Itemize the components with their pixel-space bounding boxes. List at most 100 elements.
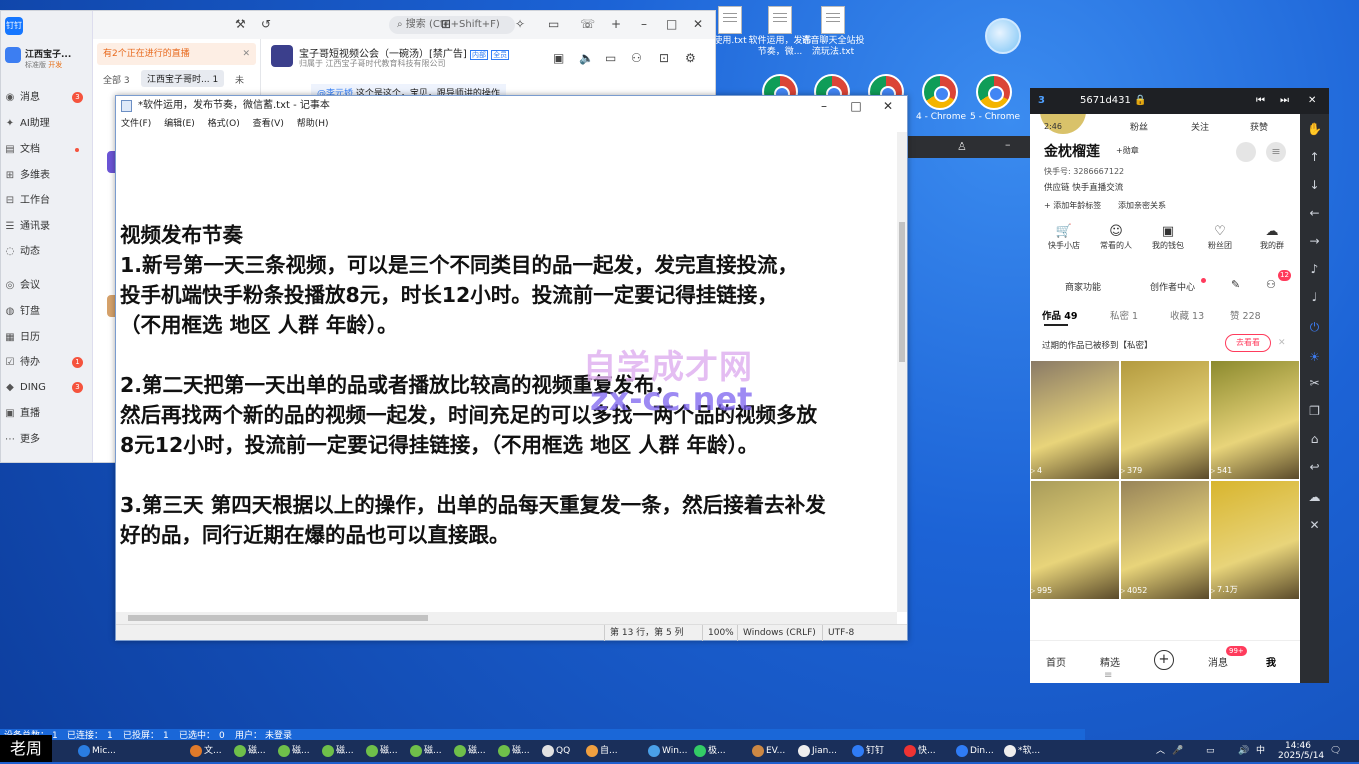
chat-icon[interactable]: ☁	[1307, 490, 1322, 505]
user-icon[interactable]: ♙	[957, 140, 967, 153]
nav-messages[interactable]: 消息	[1208, 654, 1228, 669]
taskbar-app[interactable]: 磁...	[410, 743, 442, 759]
menu-view[interactable]: 查看(V)	[253, 119, 284, 129]
back-icon[interactable]: ↩	[1307, 460, 1322, 475]
video-icon[interactable]: ▣	[553, 51, 564, 65]
mic-icon[interactable]: 🎤	[1172, 743, 1183, 759]
taskbar-app[interactable]: 钉钉	[852, 743, 884, 759]
chrome-icon[interactable]	[922, 74, 958, 110]
sidebar-item-chat[interactable]: ◉ 消息 3	[5, 89, 89, 107]
menu-edit[interactable]: 编辑(E)	[164, 119, 195, 129]
feature-group[interactable]: ☁ 我的群	[1252, 224, 1292, 251]
stat-fans[interactable]: 粉丝	[1130, 120, 1148, 133]
close-icon[interactable]: ✕	[1308, 88, 1316, 114]
stat-follow[interactable]: 关注	[1191, 120, 1209, 133]
sidebar-item-grid[interactable]: ⊟ 工作台	[5, 192, 89, 210]
nav-home[interactable]: 首页	[1046, 654, 1066, 669]
close-icon[interactable]: ✕	[1278, 338, 1286, 348]
menu-file[interactable]: 文件(F)	[121, 119, 151, 129]
sidebar-item-disk[interactable]: ◍ 钉盘	[5, 303, 89, 321]
home-icon[interactable]: ⌂	[1307, 432, 1322, 447]
profile-tab[interactable]: 赞 228	[1230, 308, 1261, 322]
close-button[interactable]: ✕	[873, 96, 903, 116]
desktop-file-icon[interactable]: 语音聊天全站投流玩法.txt	[798, 6, 868, 58]
group-avatar[interactable]	[271, 45, 293, 67]
maximize-icon[interactable]: □	[666, 17, 677, 31]
search-input[interactable]: ⌕ 搜索 (Ctrl+Shift+F)	[389, 16, 515, 34]
taskbar-app[interactable]: 自...	[586, 743, 618, 759]
minimize-icon[interactable]: –	[641, 17, 647, 31]
power-icon[interactable]: ⏻	[1307, 320, 1322, 335]
profile-tab[interactable]: 收藏 13	[1170, 308, 1204, 322]
arrow-left-icon[interactable]: ←	[1307, 206, 1322, 221]
sidebar-item-meeting[interactable]: ◎ 会议	[5, 277, 89, 295]
tray-expand-icon[interactable]: ︿	[1156, 743, 1165, 759]
menu-icon[interactable]: ≡	[1266, 142, 1286, 162]
video-thumbnail[interactable]: ▷ 541	[1211, 361, 1299, 479]
chrome-icon[interactable]	[976, 74, 1012, 110]
volume-down-icon[interactable]: ♩	[1307, 290, 1322, 305]
nav-me[interactable]: 我	[1266, 654, 1276, 669]
taskbar-app[interactable]: 磁...	[454, 743, 486, 759]
horizontal-scrollbar[interactable]	[116, 612, 897, 624]
profile-tab[interactable]: 作品 49	[1042, 308, 1078, 322]
notification-icon[interactable]: 🗨	[1330, 743, 1341, 759]
volume-icon[interactable]: 🔊	[1238, 743, 1249, 759]
last-icon[interactable]: ⏭	[1280, 88, 1289, 114]
taskbar-app[interactable]: Mic...	[78, 743, 116, 759]
video-thumbnail[interactable]: ▷ 4	[1031, 361, 1119, 479]
feature-wallet[interactable]: ▣ 我的钱包	[1148, 224, 1188, 251]
sidebar-item-ai[interactable]: ✦ AI助理	[5, 115, 89, 133]
first-icon[interactable]: ⏮	[1256, 88, 1265, 114]
text-editor[interactable]: 视频发布节奏 1.新号第一天三条视频，可以是三个不同类目的品一起发，发完直接投流…	[116, 132, 897, 600]
close-icon[interactable]: ✕	[693, 17, 703, 31]
video-thumbnail[interactable]: ▷ 7.1万	[1211, 481, 1299, 599]
feature-fans[interactable]: ♡ 粉丝团	[1200, 224, 1240, 251]
add-icon[interactable]: +	[611, 17, 621, 31]
arrow-right-icon[interactable]: →	[1307, 234, 1322, 249]
taskbar-app[interactable]: 磁...	[366, 743, 398, 759]
add-relation[interactable]: 添加亲密关系	[1118, 200, 1166, 211]
merchant-function[interactable]: 商家功能	[1065, 280, 1101, 293]
chat-more-icon[interactable]: ⊡	[659, 51, 669, 65]
add-post-button[interactable]: +	[1154, 650, 1174, 670]
sidebar-item-contacts[interactable]: ☰ 通讯录	[5, 218, 89, 236]
add-friend-icon[interactable]: ⚇	[1266, 278, 1276, 291]
avatar[interactable]	[5, 47, 21, 63]
add-age-tag[interactable]: + 添加年龄标签	[1044, 200, 1101, 211]
sidebar-item-live[interactable]: ▣ 直播	[5, 405, 89, 423]
mute-icon[interactable]: ✕	[1307, 518, 1322, 533]
maximize-button[interactable]: □	[841, 96, 871, 116]
member-icon[interactable]: ⚇	[631, 51, 642, 65]
taskbar-app[interactable]: 磁...	[498, 743, 530, 759]
sidebar-item-calendar[interactable]: ▦ 日历	[5, 329, 89, 347]
history-icon[interactable]: ↺	[261, 17, 271, 31]
sidebar-item-activity[interactable]: ◌ 动态	[5, 243, 89, 261]
magic-icon[interactable]: ✧	[515, 17, 525, 31]
sidebar-item-doc[interactable]: ▤ 文档	[5, 141, 89, 159]
menu-format[interactable]: 格式(O)	[208, 119, 240, 129]
video-thumbnail[interactable]: ▷ 995	[1031, 481, 1119, 599]
taskbar-app[interactable]: 快...	[904, 743, 936, 759]
speaker-icon[interactable]: 🔈	[579, 51, 594, 65]
phone-icon[interactable]: ☏	[580, 17, 595, 31]
video-thumbnail[interactable]: ▷ 4052	[1121, 481, 1209, 599]
copy-icon[interactable]: ❐	[1307, 404, 1322, 419]
taskbar-app[interactable]: QQ	[542, 743, 570, 759]
screenshot-icon[interactable]: ✂	[1307, 376, 1322, 391]
tab-all[interactable]: 全部 3	[103, 73, 130, 86]
creator-center[interactable]: 创作者中心	[1150, 280, 1195, 293]
network-icon[interactable]: ▭	[1206, 743, 1215, 759]
taskbar-app[interactable]: EV...	[752, 743, 785, 759]
feature-people[interactable]: ☺ 常看的人	[1096, 224, 1136, 251]
arrow-down-icon[interactable]: ↓	[1307, 178, 1322, 193]
menu-help[interactable]: 帮助(H)	[297, 119, 329, 129]
profile-tab[interactable]: 私密 1	[1110, 308, 1138, 322]
taskbar-app[interactable]: 磁...	[278, 743, 310, 759]
bulb-icon[interactable]: ☀	[1307, 350, 1322, 365]
live-notice[interactable]: 有2个正在进行的直播 ✕	[97, 43, 256, 65]
taskbar-app[interactable]: 磁...	[322, 743, 354, 759]
minimize-icon[interactable]: –	[1005, 138, 1011, 151]
shake-icon[interactable]: ✋	[1307, 122, 1322, 137]
sidebar-item-table[interactable]: ⊞ 多维表	[5, 167, 89, 185]
